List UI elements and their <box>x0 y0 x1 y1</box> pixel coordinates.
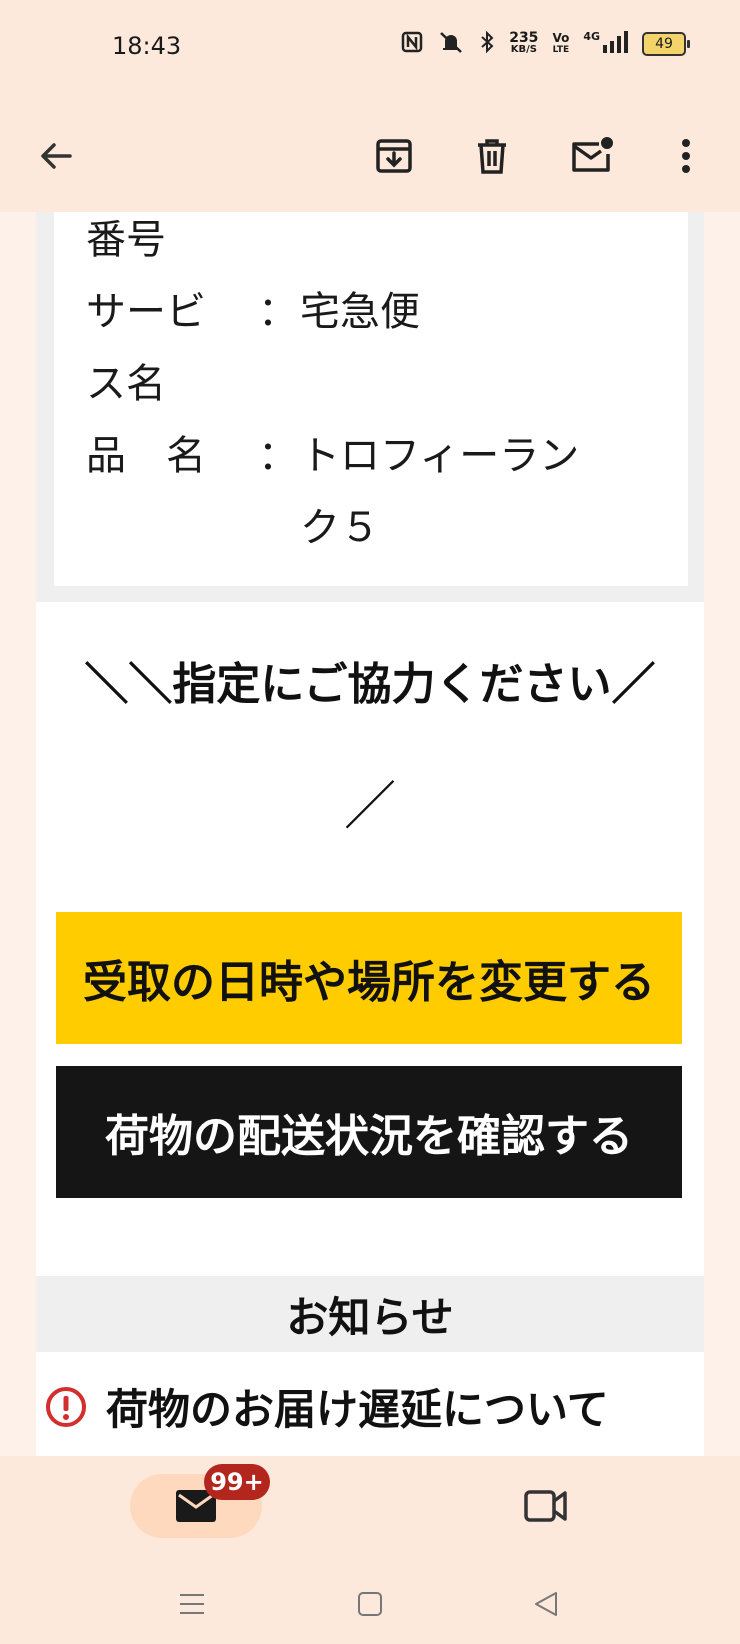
trash-icon <box>478 139 506 174</box>
status-time: 18:43 <box>112 32 182 60</box>
bluetooth-icon <box>479 30 495 58</box>
signal-indicator: 4G <box>583 31 628 57</box>
track-package-button[interactable]: 荷物の配送状況を確認する <box>56 1066 682 1198</box>
mark-unread-icon <box>572 137 613 172</box>
status-bar: 18:43 235 KB/S Vo LTE 4G 49 <box>0 0 740 100</box>
more-vert-icon <box>682 139 690 173</box>
archive-button[interactable] <box>366 128 422 184</box>
system-back-button[interactable] <box>526 1584 566 1624</box>
info-label: ス名 <box>86 361 166 407</box>
info-separator: ： <box>258 433 298 479</box>
mark-unread-button[interactable] <box>564 128 620 184</box>
status-icons: 235 KB/S Vo LTE 4G 49 <box>401 30 690 58</box>
volte-indicator: Vo LTE <box>552 31 570 55</box>
mail-badge: 99+ <box>204 1464 270 1500</box>
back-arrow-icon <box>41 143 72 169</box>
signal-icon <box>602 31 628 57</box>
alert-circle-icon <box>46 1386 86 1427</box>
square-icon <box>358 1592 382 1616</box>
shipment-info-table: 番号 サービ ： 宅急便 ス名 品 名 ： トロフィーラン ク５ <box>54 212 688 586</box>
delete-button[interactable] <box>464 128 520 184</box>
back-button[interactable] <box>28 128 84 184</box>
menu-lines-icon <box>180 1594 204 1614</box>
info-value: 宅急便 <box>300 289 420 335</box>
home-button[interactable] <box>350 1584 390 1624</box>
notice-section-title: お知らせ <box>36 1276 704 1352</box>
video-icon <box>524 1490 567 1522</box>
battery-indicator: 49 <box>642 32 690 56</box>
info-label: 品 名 <box>86 433 206 479</box>
nfc-icon <box>401 31 423 57</box>
change-delivery-button[interactable]: 受取の日時や場所を変更する <box>56 912 682 1044</box>
shipment-info-box: 番号 サービ ： 宅急便 ス名 品 名 ： トロフィーラン ク５ <box>36 212 704 602</box>
info-value: トロフィーラン <box>300 433 580 479</box>
info-label: サービ <box>86 289 206 335</box>
cooperation-headline-tail: ／ <box>343 777 396 837</box>
notice-item[interactable]: 荷物のお届け遅延について <box>44 1376 609 1437</box>
notice-item-text: 荷物のお届け遅延について <box>106 1385 609 1434</box>
app-bar <box>0 100 740 212</box>
cooperation-headline: ＼＼指定にご協力ください／ <box>84 659 656 710</box>
meet-tab[interactable] <box>518 1478 574 1534</box>
recent-apps-button[interactable] <box>172 1584 212 1624</box>
info-label: 番号 <box>86 217 166 263</box>
net-speed: 235 KB/S <box>509 30 539 55</box>
info-separator: ： <box>258 289 298 335</box>
email-body[interactable]: 番号 サービ ： 宅急便 ス名 品 名 ： トロフィーラン ク５ ＼＼指定にご協… <box>0 212 740 1456</box>
triangle-back-icon <box>535 1592 557 1616</box>
email-card: 番号 サービ ： 宅急便 ス名 品 名 ： トロフィーラン ク５ ＼＼指定にご協… <box>36 212 704 1456</box>
info-value: ク５ <box>300 505 380 551</box>
mute-bell-icon <box>437 30 465 58</box>
more-options-button[interactable] <box>658 128 714 184</box>
archive-icon <box>376 139 412 173</box>
bottom-nav: 99+ <box>0 1456 740 1644</box>
